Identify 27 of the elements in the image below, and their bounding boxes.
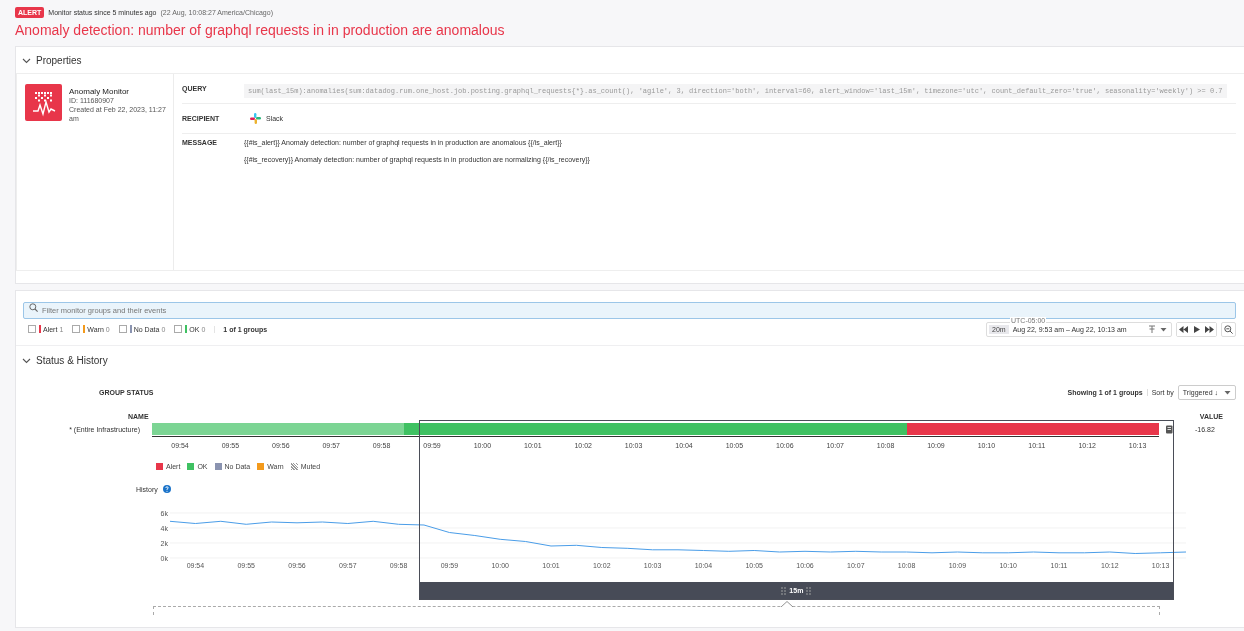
anomaly-monitor-icon bbox=[25, 84, 62, 121]
caret-icon[interactable] bbox=[1160, 326, 1167, 332]
section-title[interactable]: Status & History bbox=[36, 354, 108, 366]
help-icon[interactable] bbox=[162, 485, 171, 493]
monitor-title: Anomaly detection: number of graphql requests in in production are anomalous bbox=[15, 22, 506, 38]
section-title[interactable]: Properties bbox=[36, 54, 82, 66]
zoom-out-button[interactable] bbox=[1221, 321, 1236, 337]
slack-icon bbox=[250, 113, 261, 124]
rewind-button[interactable] bbox=[1177, 322, 1190, 336]
rewind-icon bbox=[1179, 325, 1188, 333]
play-icon bbox=[1193, 325, 1200, 333]
checkbox[interactable] bbox=[118, 325, 127, 333]
monitor-type: Anomaly Monitor bbox=[69, 87, 131, 96]
pin-icon[interactable] bbox=[1148, 324, 1156, 334]
caret-icon bbox=[1224, 389, 1231, 395]
search-icon bbox=[29, 303, 38, 312]
grip-icon bbox=[806, 586, 812, 595]
checkbox[interactable] bbox=[28, 325, 36, 333]
zoom-out-icon bbox=[1224, 324, 1233, 334]
hatch-swatch bbox=[290, 462, 298, 470]
notch-icon bbox=[781, 601, 793, 607]
fast-forward-button[interactable] bbox=[1203, 322, 1216, 336]
checkbox[interactable] bbox=[72, 325, 81, 333]
grip-icon bbox=[781, 586, 787, 595]
fast-forward-icon bbox=[1205, 325, 1214, 333]
checkbox[interactable] bbox=[174, 325, 183, 333]
notebook-icon[interactable] bbox=[1165, 424, 1173, 434]
